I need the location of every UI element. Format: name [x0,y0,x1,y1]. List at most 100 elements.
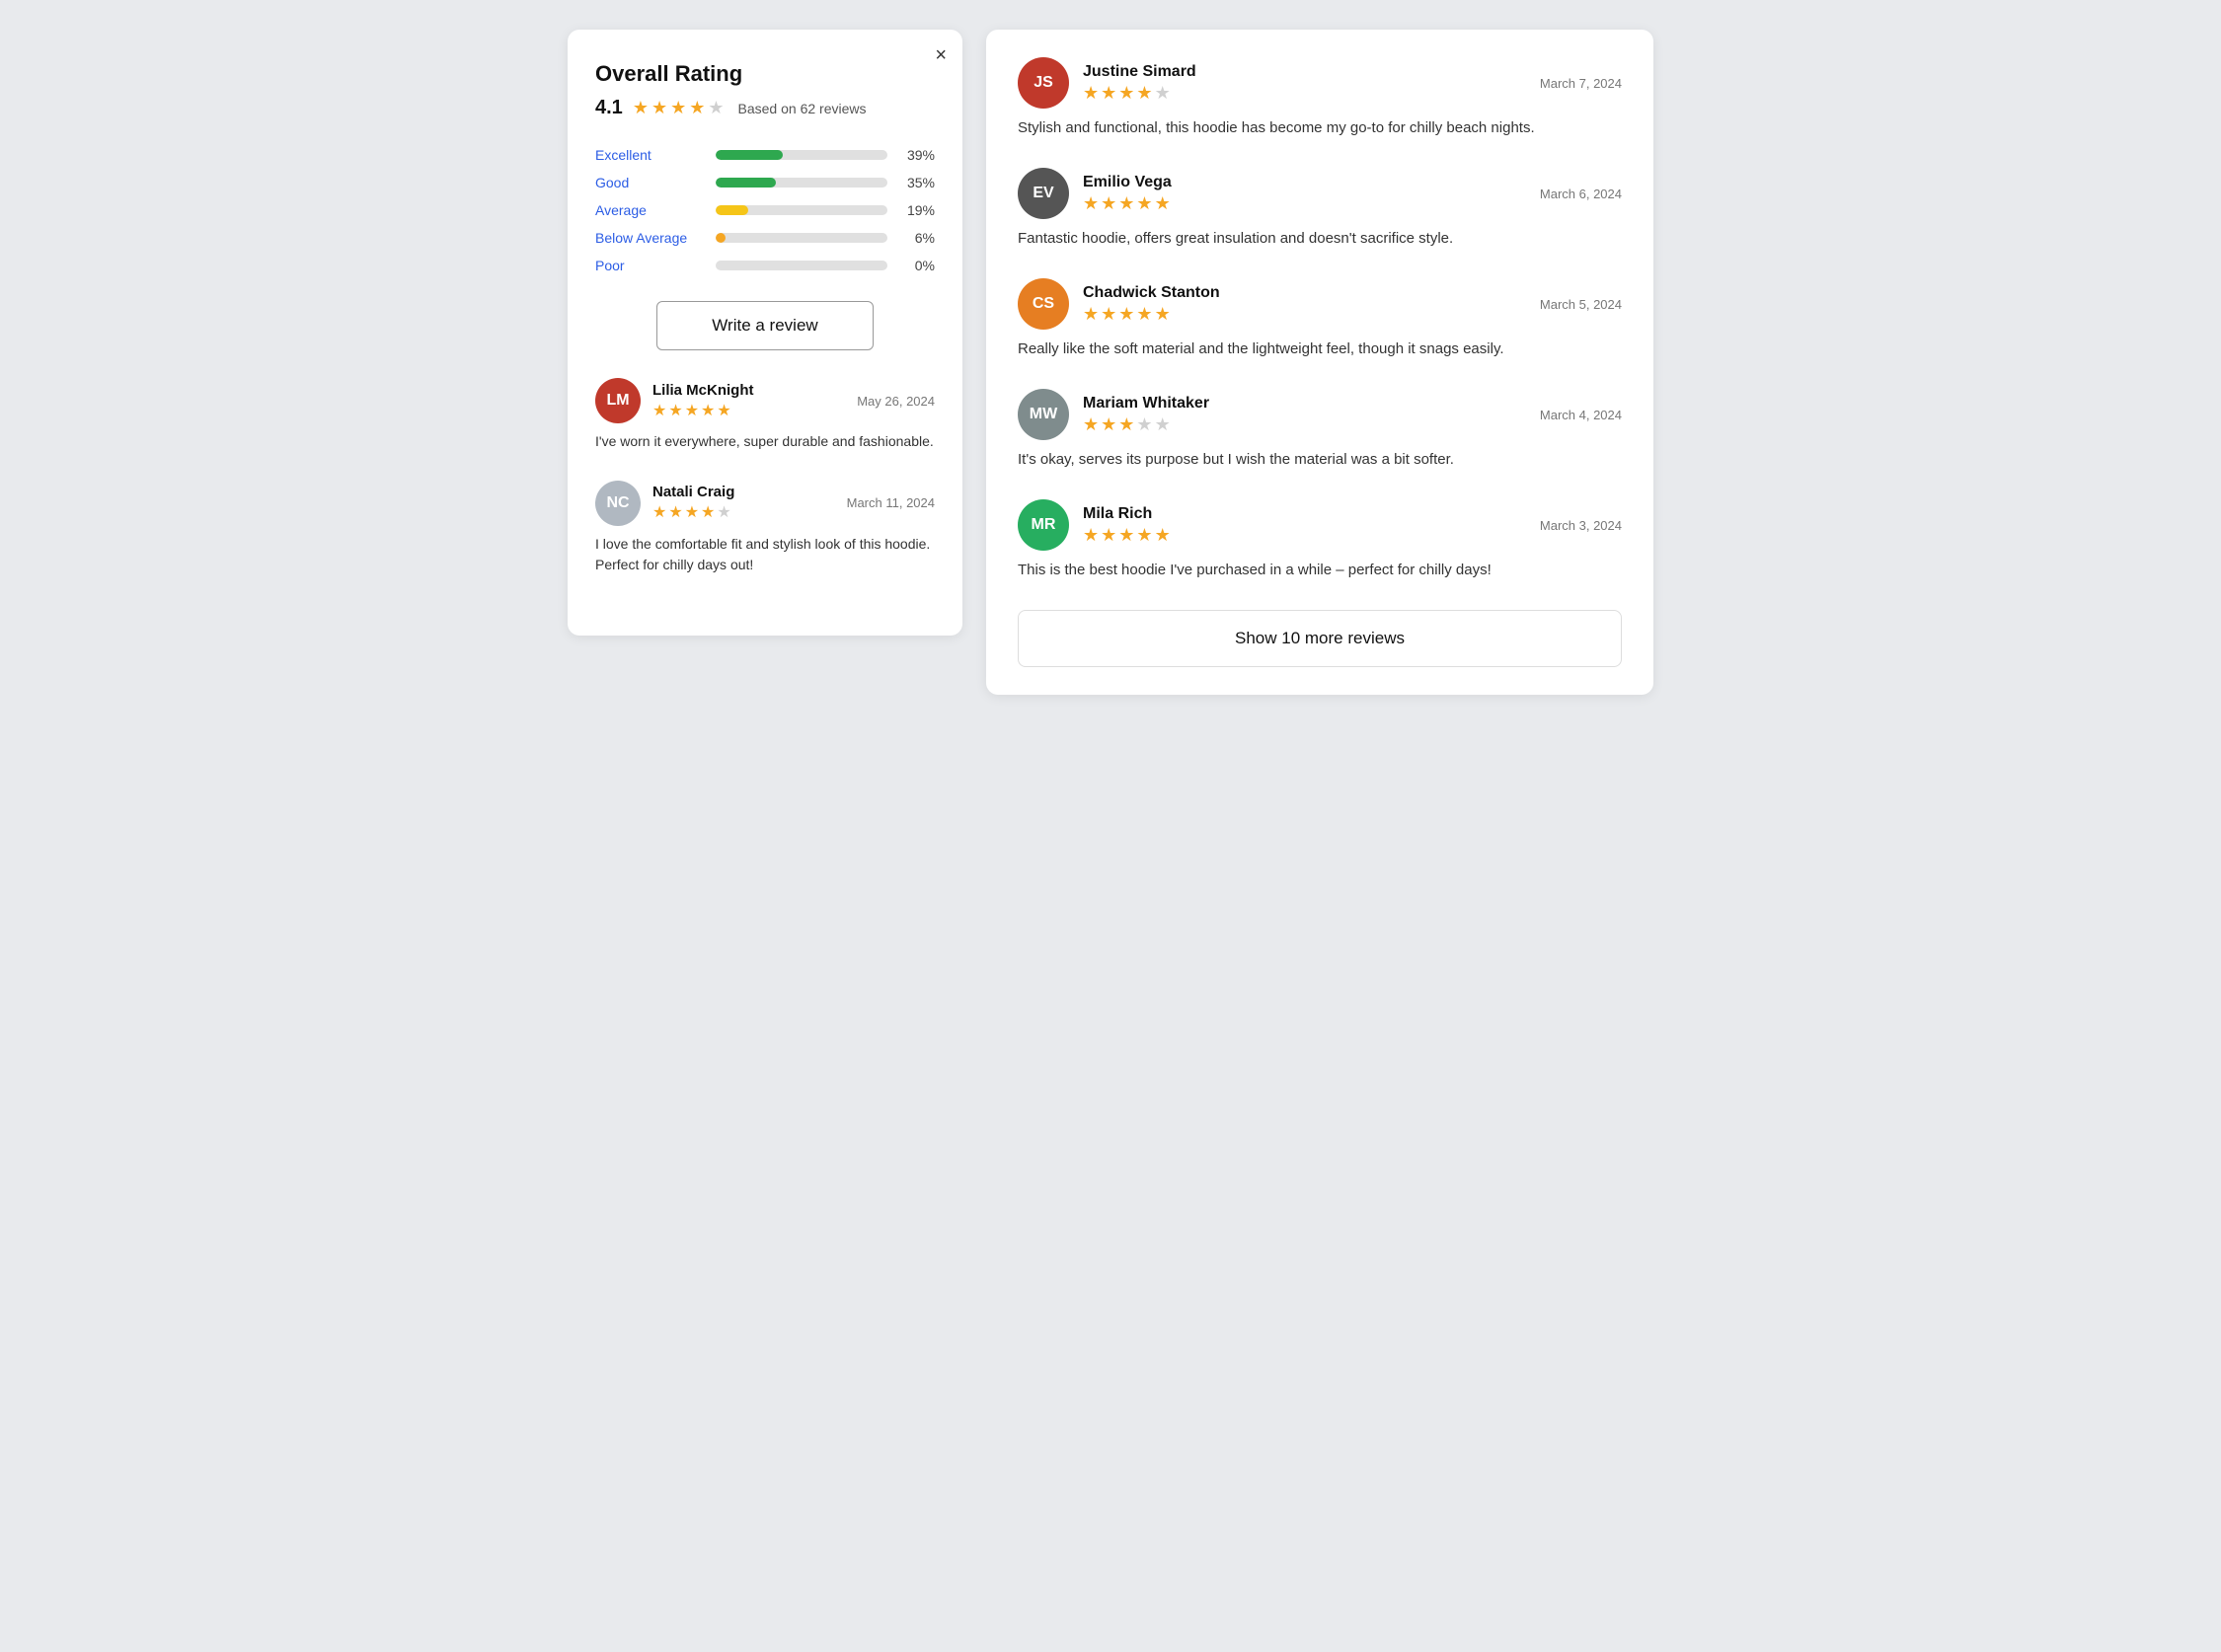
star-icon: ★ [685,401,699,420]
bar-percent: 39% [899,147,935,163]
bar-percent: 35% [899,175,935,190]
reviewer-name: Emilio Vega [1083,174,1172,191]
star-icon: ★ [1155,414,1171,435]
star-icon: ★ [1118,304,1134,325]
star-icon: ★ [701,401,715,420]
review-date: May 26, 2024 [857,394,935,409]
review-stars: ★★★★★ [652,401,754,420]
star-icon: ★ [717,401,730,420]
review-card: MWMariam Whitaker★★★★★March 4, 2024It's … [1018,389,1622,472]
reviewer-info: CS Chadwick Stanton ★★★★★ [1018,278,1220,330]
bar-percent: 6% [899,230,935,246]
reviewer-info: JSJustine Simard★★★★★ [1018,57,1196,109]
bar-track [716,205,887,215]
bar-label: Average [595,202,704,218]
review-date: March 5, 2024 [1540,297,1622,312]
star-icon: ★ [1101,525,1116,546]
bar-row: Poor 0% [595,258,935,273]
review-text: I've worn it everywhere, super durable a… [595,431,935,453]
review-card: MRMila Rich★★★★★March 3, 2024This is the… [1018,499,1622,582]
review-stars: ★★★★★ [652,502,734,522]
star-icon: ★ [701,502,715,522]
star-icon: ★ [651,98,667,118]
close-button[interactable]: × [935,45,947,65]
review-date: March 7, 2024 [1540,76,1622,91]
reviewer-info: NCNatali Craig★★★★★ [595,481,734,526]
reviewer-name: Natali Craig [652,484,734,500]
avatar: MW [1018,389,1069,440]
star-icon: ★ [708,98,724,118]
review-stars: ★★★★★ [1083,304,1220,325]
write-review-button[interactable]: Write a review [656,301,874,350]
reviewer-name: Mila Rich [1083,505,1171,523]
reviewer-info: LMLilia McKnight★★★★★ [595,378,754,423]
star-icon: ★ [1118,193,1134,214]
review-date: March 4, 2024 [1540,408,1622,422]
review-text: I love the comfortable fit and stylish l… [595,534,935,576]
review-date: March 11, 2024 [847,495,935,510]
avatar: LM [595,378,641,423]
bar-track [716,178,887,188]
star-icon: ★ [670,98,686,118]
bar-track [716,150,887,160]
star-icon: ★ [1101,193,1116,214]
reviewer-info: MWMariam Whitaker★★★★★ [1018,389,1209,440]
star-icon: ★ [1118,525,1134,546]
right-reviews: JSJustine Simard★★★★★March 7, 2024Stylis… [1018,57,1622,582]
review-stars: ★★★★★ [1083,525,1171,546]
review-header: EVEmilio Vega★★★★★March 6, 2024 [1018,168,1622,219]
bar-row: Average19% [595,202,935,218]
bar-label: Below Average [595,230,704,246]
review-card: LMLilia McKnight★★★★★ May 26, 2024 I've wo… [595,378,935,453]
bar-percent: 0% [899,258,935,273]
review-card: EVEmilio Vega★★★★★March 6, 2024Fantastic… [1018,168,1622,251]
reviewer-name: Mariam Whitaker [1083,395,1209,413]
star-icon: ★ [1155,193,1171,214]
review-header: MRMila Rich★★★★★March 3, 2024 [1018,499,1622,551]
right-panel: JSJustine Simard★★★★★March 7, 2024Stylis… [986,30,1653,695]
star-icon: ★ [1101,414,1116,435]
star-icon: ★ [1118,414,1134,435]
review-text: Stylish and functional, this hoodie has … [1018,116,1622,140]
review-card: JSJustine Simard★★★★★March 7, 2024Stylis… [1018,57,1622,140]
reviewer-info: MRMila Rich★★★★★ [1018,499,1171,551]
avatar: EV [1018,168,1069,219]
star-icon: ★ [1136,304,1152,325]
review-stars: ★★★★★ [1083,193,1172,214]
star-icon: ★ [1101,83,1116,104]
star-icon: ★ [1136,525,1152,546]
bar-track [716,261,887,270]
star-icon: ★ [1101,304,1116,325]
star-icon: ★ [1155,525,1171,546]
rating-bars: Excellent 39% Good 35% Average19% Below Avera… [595,147,935,273]
review-header: CS Chadwick Stanton ★★★★★ March 5, 2024 [1018,278,1622,330]
left-reviews: LMLilia McKnight★★★★★ May 26, 2024 I've wo… [595,378,935,576]
reviewer-name: Chadwick Stanton [1083,284,1220,302]
bar-fill [716,205,748,215]
rating-summary: 4.1 ★★★★★ Based on 62 reviews [595,97,935,119]
avatar: CS [1018,278,1069,330]
avatar: MR [1018,499,1069,551]
review-stars: ★★★★★ [1083,83,1196,104]
avatar: JS [1018,57,1069,109]
bar-label: Poor [595,258,704,273]
review-header: JSJustine Simard★★★★★March 7, 2024 [1018,57,1622,109]
review-card: NCNatali Craig★★★★★March 11, 2024I love … [595,481,935,576]
rating-stars: ★★★★★ [633,98,725,118]
star-icon: ★ [685,502,699,522]
star-icon: ★ [652,401,666,420]
review-text: Really like the soft material and the li… [1018,338,1622,361]
bar-label: Good [595,175,704,190]
bar-label: Excellent [595,147,704,163]
bar-fill [716,150,783,160]
show-more-button[interactable]: Show 10 more reviews [1018,610,1622,667]
star-icon: ★ [1155,83,1171,104]
overall-rating-title: Overall Rating [595,61,935,87]
reviewer-info: EV Emilio Vega ★★★★★ [1018,168,1172,219]
star-icon: ★ [717,502,730,522]
reviewer-name: Justine Simard [1083,63,1196,81]
bar-fill [716,178,776,188]
review-text: This is the best hoodie I've purchased i… [1018,559,1622,582]
review-card: CS Chadwick Stanton ★★★★★ March 5, 2024 Real… [1018,278,1622,361]
star-icon: ★ [1083,525,1099,546]
